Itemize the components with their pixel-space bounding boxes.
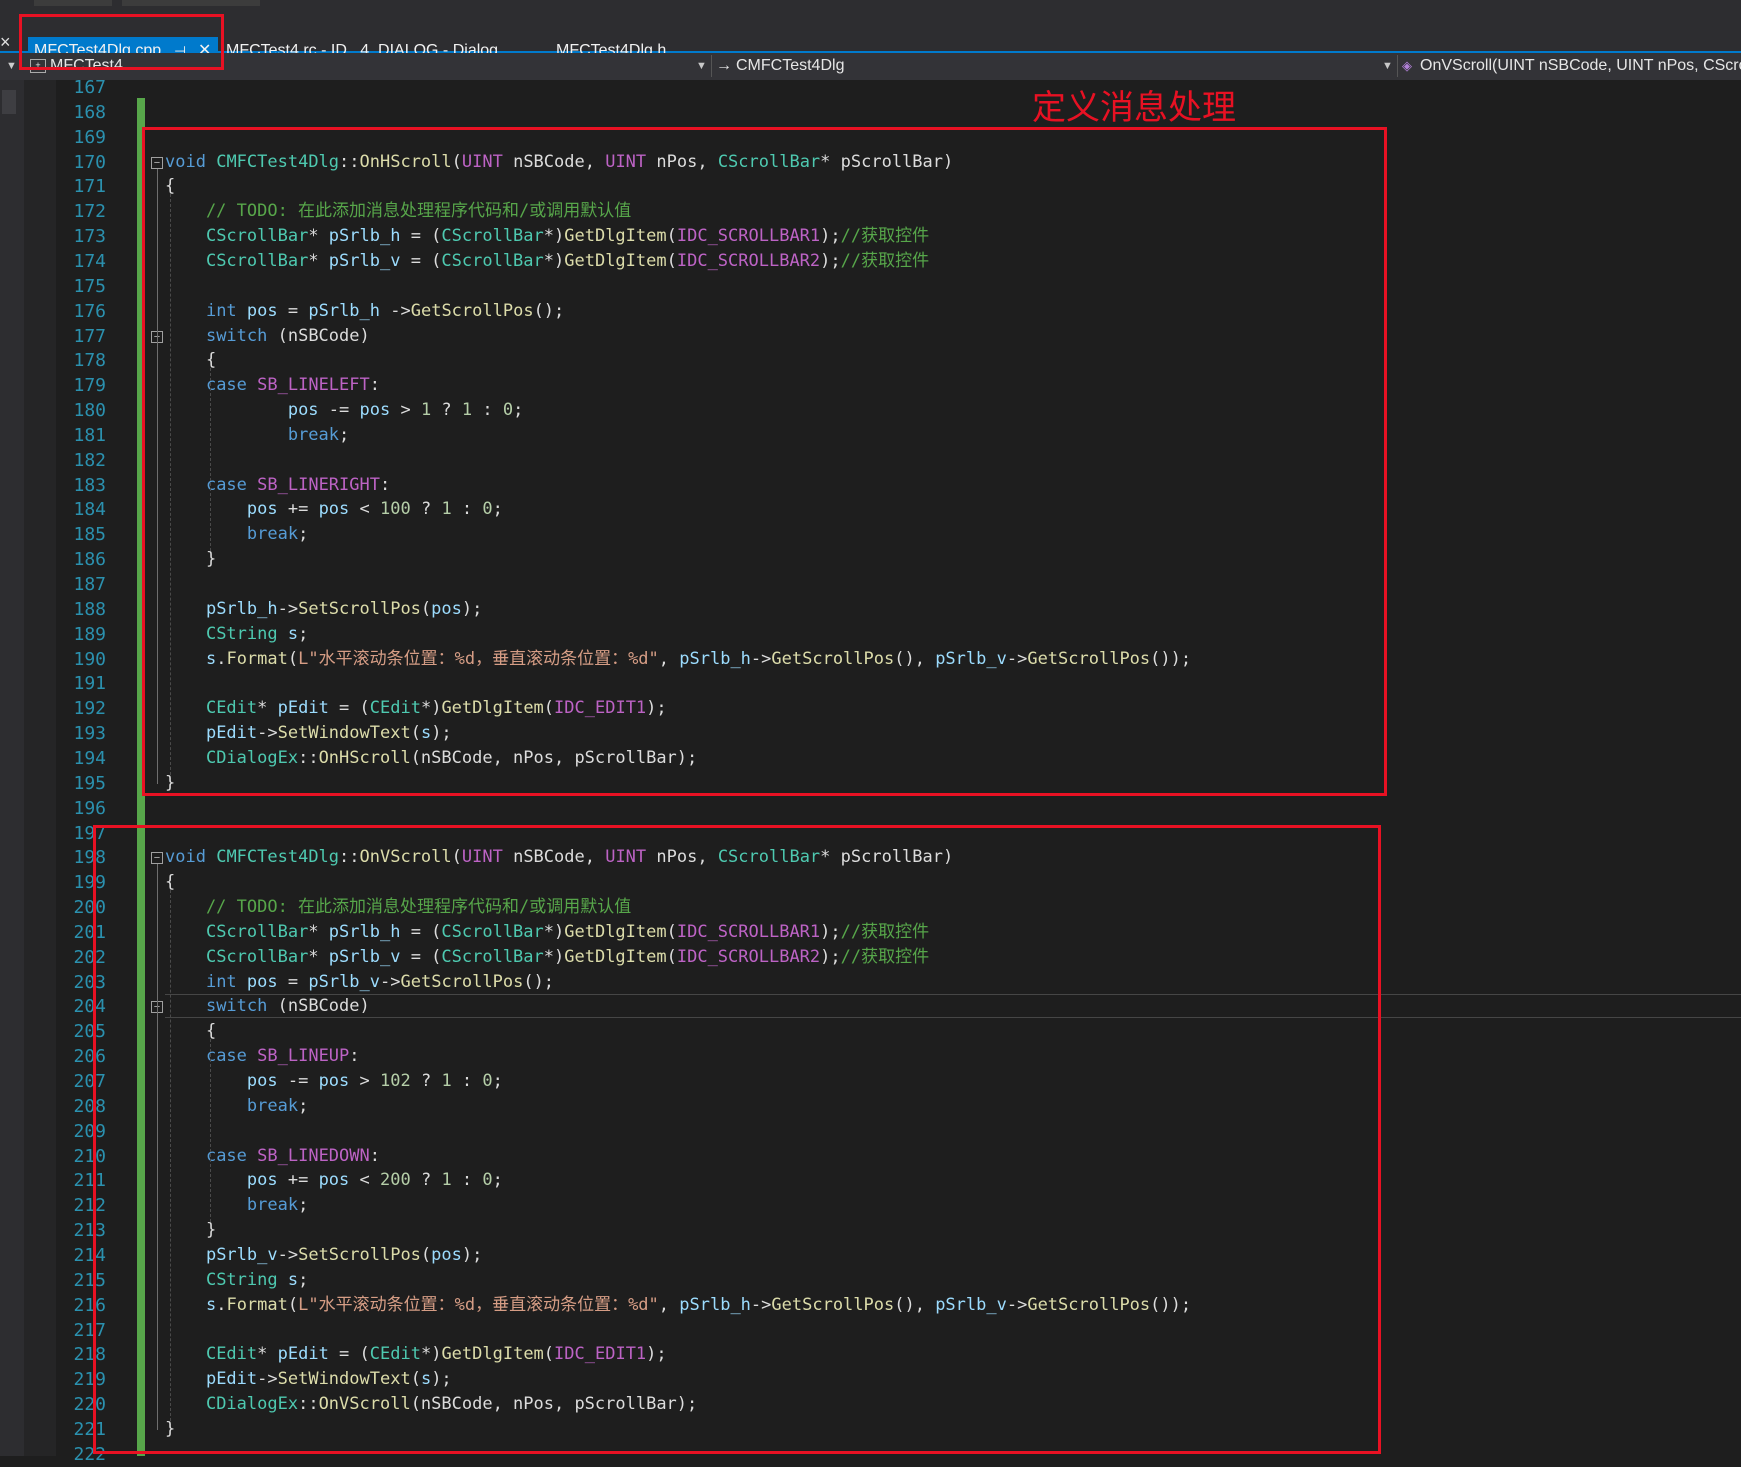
line-number: 190 (73, 648, 106, 670)
close-icon[interactable]: × (0, 32, 11, 53)
code-line[interactable]: 168 (0, 100, 1741, 125)
line-number: 193 (73, 723, 106, 745)
line-number: 188 (73, 598, 106, 620)
line-number: 168 (73, 101, 106, 123)
line-number: 196 (73, 797, 106, 819)
line-number: 182 (73, 449, 106, 471)
annotation-box-onvscroll (93, 825, 1381, 1454)
code-line[interactable]: 167 (0, 75, 1741, 100)
code-line[interactable]: 196 (0, 796, 1741, 821)
title-strip (0, 0, 1741, 14)
document-tab-bar: × MFCTest4Dlg.cpp ⊣ ✕ MFCTest4.rc - ID..… (0, 14, 1741, 65)
line-number: 185 (73, 524, 106, 546)
line-number: 176 (73, 300, 106, 322)
line-number: 173 (73, 226, 106, 248)
line-number: 174 (73, 250, 106, 272)
line-number: 184 (73, 499, 106, 521)
annotation-box-tab (19, 14, 224, 70)
class-label: CMFCTest4Dlg (736, 57, 845, 74)
line-number: 179 (73, 375, 106, 397)
line-number: 189 (73, 623, 106, 645)
method-icon: ◈ (1402, 58, 1412, 73)
line-number: 177 (73, 325, 106, 347)
line-number: 175 (73, 275, 106, 297)
arrow-right-icon: → (716, 57, 732, 74)
toolbar-fragment (34, 0, 112, 6)
line-number: 178 (73, 350, 106, 372)
annotation-box-onhscroll (142, 127, 1387, 796)
line-number: 169 (73, 126, 106, 148)
line-number: 186 (73, 549, 106, 571)
line-number: 180 (73, 400, 106, 422)
line-number: 167 (73, 77, 106, 98)
divider (1397, 55, 1398, 77)
line-number: 194 (73, 747, 106, 769)
line-number: 172 (73, 201, 106, 223)
toolbar-fragment (122, 0, 260, 6)
line-number: 181 (73, 424, 106, 446)
line-number: 183 (73, 474, 106, 496)
line-number: 191 (73, 673, 106, 695)
annotation-label: 定义消息处理 (1032, 88, 1236, 128)
line-number: 192 (73, 698, 106, 720)
line-number: 187 (73, 574, 106, 595)
line-number: 195 (73, 772, 106, 794)
line-number: 171 (73, 176, 106, 198)
line-number: 170 (73, 151, 106, 173)
function-label: OnVScroll(UINT nSBCode, UINT nPos, CScro (1420, 57, 1741, 74)
divider (711, 55, 712, 77)
